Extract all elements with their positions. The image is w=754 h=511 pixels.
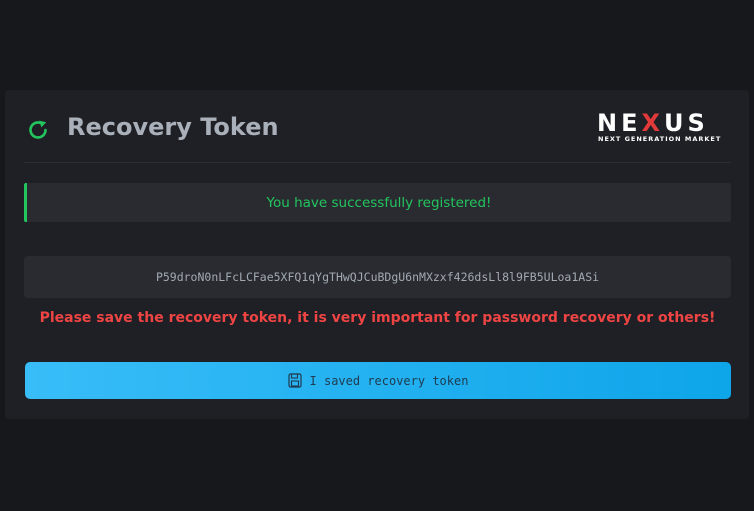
floppy-disk-icon	[287, 373, 302, 388]
card-header: Recovery Token NEXUS NEXT GENERATION MAR…	[24, 90, 731, 163]
logo-wordmark: NEXUS	[597, 109, 709, 137]
saved-token-button-label: I saved recovery token	[309, 373, 469, 388]
page-title: Recovery Token	[67, 113, 279, 141]
save-warning: Please save the recovery token, it is ve…	[39, 310, 716, 326]
success-alert: You have successfully registered!	[24, 183, 731, 222]
recovery-token-value[interactable]: P59droN0nLFcLCFae5XFQ1qYgTHwQJCuBDgU6nMX…	[156, 270, 599, 284]
refresh-icon	[29, 120, 47, 139]
success-message: You have successfully registered!	[266, 194, 492, 211]
nexus-logo: NEXUS NEXT GENERATION MARKET	[597, 110, 731, 144]
recovery-token-box[interactable]: P59droN0nLFcLCFae5XFQ1qYgTHwQJCuBDgU6nMX…	[24, 256, 731, 298]
logo-tagline: NEXT GENERATION MARKET	[598, 135, 722, 143]
recovery-card: Recovery Token NEXUS NEXT GENERATION MAR…	[5, 90, 749, 419]
saved-token-button[interactable]: I saved recovery token	[25, 362, 731, 399]
